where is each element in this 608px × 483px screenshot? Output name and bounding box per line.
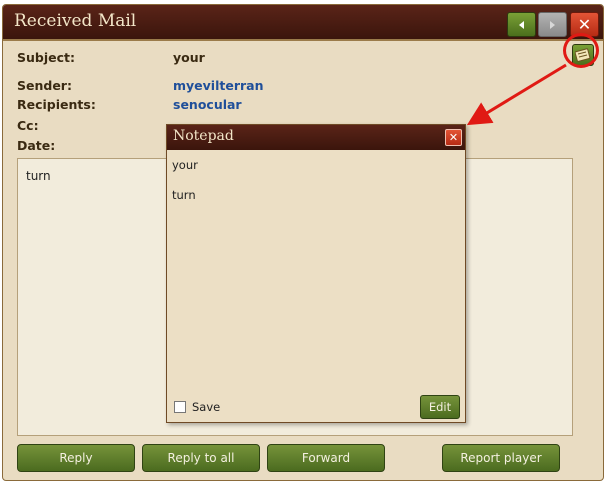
- save-checkbox[interactable]: [174, 401, 186, 413]
- notepad-title: Notepad: [173, 128, 234, 144]
- report-player-button-label: Report player: [460, 451, 542, 465]
- previous-mail-button[interactable]: [507, 12, 536, 37]
- reply-to-all-button[interactable]: Reply to all: [142, 444, 260, 472]
- arrow-right-icon: [550, 20, 555, 29]
- sender-label: Sender:: [17, 78, 72, 93]
- recipient-link[interactable]: senocular: [173, 97, 242, 112]
- subject-value: your: [173, 50, 205, 65]
- edit-button-label: Edit: [428, 400, 452, 414]
- notepad-line: your: [172, 158, 198, 172]
- cc-label: Cc:: [17, 118, 39, 133]
- sender-link[interactable]: myevilterran: [173, 78, 264, 93]
- next-mail-button[interactable]: [538, 12, 567, 37]
- subject-label: Subject:: [17, 50, 75, 65]
- callout-circle: [563, 33, 599, 68]
- report-player-button[interactable]: Report player: [442, 444, 560, 472]
- reply-button-label: Reply: [59, 451, 93, 465]
- arrow-left-icon: [519, 20, 524, 29]
- forward-button[interactable]: Forward: [267, 444, 385, 472]
- window-title: Received Mail: [14, 11, 137, 31]
- notepad-panel: Notepad ✕ your turn Save Edit: [166, 124, 466, 423]
- close-icon: ✕: [448, 131, 459, 144]
- save-checkbox-label: Save: [192, 400, 221, 414]
- notepad-line: turn: [172, 188, 196, 202]
- forward-button-label: Forward: [301, 451, 351, 465]
- notepad-titlebar: Notepad ✕: [167, 125, 465, 150]
- reply-to-all-button-label: Reply to all: [167, 451, 235, 465]
- reply-button[interactable]: Reply: [17, 444, 135, 472]
- message-body-text: turn: [26, 169, 51, 183]
- window-titlebar: Received Mail ✕: [3, 5, 603, 41]
- recipients-label: Recipients:: [17, 97, 96, 112]
- edit-button[interactable]: Edit: [420, 395, 460, 419]
- notepad-close-button[interactable]: ✕: [445, 129, 462, 146]
- close-icon: ✕: [577, 14, 592, 34]
- date-label: Date:: [17, 138, 56, 153]
